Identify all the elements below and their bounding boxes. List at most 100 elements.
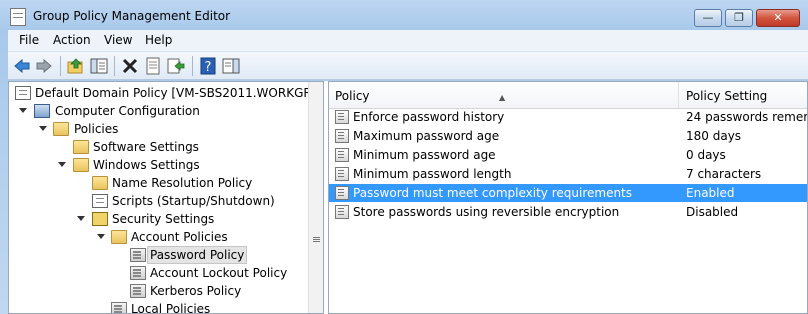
toolbar: ? [8,52,808,80]
policy-setting-icon [335,148,349,162]
policy-setting-value: Enabled [686,186,735,200]
tree-node-account-lockout-policy[interactable]: Account Lockout Policy [9,264,307,282]
list-row[interactable]: Enforce password history 24 passwords re… [329,108,807,126]
tree-node-local-policies[interactable]: Local Policies [9,300,307,314]
list-row[interactable]: Store passwords using reversible encrypt… [329,203,807,221]
maximize-button[interactable]: ❐ [725,9,753,27]
policy-setting-icon [335,110,349,124]
expanded-arrow-icon[interactable] [97,234,105,239]
tree-node-security-settings[interactable]: Security Settings [9,210,307,228]
tree-node-default-domain-policy[interactable]: Default Domain Policy [VM-SBS2011.WORKGR… [9,84,323,102]
svg-text:?: ? [205,60,212,75]
forward-arrow-icon[interactable] [35,57,53,75]
tree-vertical-scrollbar[interactable] [308,82,323,313]
expanded-arrow-icon[interactable] [77,216,85,221]
policy-icon [130,248,146,262]
tree-node-label: Local Policies [131,302,211,314]
expanded-arrow-icon[interactable] [39,126,47,131]
tree-node-label: Software Settings [93,140,199,154]
export-list-icon[interactable] [167,57,185,75]
toolbar-separator [192,56,193,76]
collapsed-arrow-icon[interactable] [116,287,122,297]
policy-setting-icon [335,167,349,181]
collapsed-arrow-icon[interactable] [97,305,103,313]
policy-setting-icon [335,205,349,219]
tree-node-password-policy[interactable]: Password Policy [9,246,307,264]
up-folder-icon[interactable] [67,57,85,75]
tree-node-computer-configuration[interactable]: Computer Configuration [9,102,307,120]
tree-node-name-resolution-policy[interactable]: Name Resolution Policy [9,174,307,192]
policy-icon [130,266,146,280]
policy-setting-value: 7 characters [686,167,762,181]
policy-setting-icon [335,129,349,143]
tree-node-label: Account Policies [131,230,228,244]
tree-node-scripts[interactable]: Scripts (Startup/Shutdown) [9,192,307,210]
minimize-icon: — [702,11,714,24]
app-icon [10,8,26,26]
delete-icon[interactable] [121,57,139,75]
policy-name: Maximum password age [353,129,500,143]
gpme-window: Group Policy Management Editor — ❐ ✕ Fil… [0,0,808,314]
tree-node-label: Scripts (Startup/Shutdown) [112,194,275,208]
maximize-icon: ❐ [734,11,744,24]
list-row[interactable]: Minimum password length 7 characters [329,165,807,183]
column-header-policy[interactable]: Policy ▲ [329,82,679,108]
properties-icon[interactable] [144,57,162,75]
policy-name: Store passwords using reversible encrypt… [353,205,620,219]
policy-setting-value: 180 days [686,129,742,143]
menu-file[interactable]: File [19,33,39,47]
toolbar-separator [114,56,115,76]
list-header: Policy ▲ Policy Setting [329,82,807,109]
list-row-selected[interactable]: Password must meet complexity requiremen… [329,184,807,202]
column-header-label: Policy Setting [686,89,768,103]
list-row[interactable]: Maximum password age 180 days [329,127,807,145]
expanded-arrow-icon[interactable] [58,162,66,167]
security-lock-icon [92,212,108,226]
column-header-policy-setting[interactable]: Policy Setting [680,82,807,108]
collapsed-arrow-icon[interactable] [116,269,122,279]
menu-action[interactable]: Action [53,33,91,47]
policy-document-icon [15,86,31,100]
menu-view[interactable]: View [104,33,132,47]
tree-node-label: Computer Configuration [55,104,200,118]
policy-name: Minimum password length [353,167,512,181]
help-icon[interactable]: ? [199,57,217,75]
folder-icon [73,158,89,172]
back-arrow-icon[interactable] [13,57,31,75]
collapsed-arrow-icon[interactable] [78,179,84,189]
scrollbar-grip-icon[interactable] [313,237,320,238]
tree-node-kerberos-policy[interactable]: Kerberos Policy [9,282,307,300]
toolbar-separator [60,56,61,76]
folder-icon [73,140,89,154]
policy-name: Password must meet complexity requiremen… [353,186,633,200]
tree-node-account-policies[interactable]: Account Policies [9,228,307,246]
menu-bar: File Action View Help [8,30,808,52]
window-title: Group Policy Management Editor [33,9,231,23]
minimize-button[interactable]: — [694,9,722,27]
results-pane: Policy ▲ Policy Setting Enforce password… [328,81,808,314]
tree-node-label: Kerberos Policy [150,284,242,298]
tree-node-label: Account Lockout Policy [150,266,288,280]
policy-setting-icon [335,186,349,200]
policy-name: Minimum password age [353,148,496,162]
tree-node-label: Windows Settings [93,158,200,172]
list-row[interactable]: Minimum password age 0 days [329,146,807,164]
content-area: Default Domain Policy [VM-SBS2011.WORKGR… [8,81,808,314]
tree-node-label: Name Resolution Policy [112,176,253,190]
expanded-arrow-icon[interactable] [19,108,27,113]
tree-node-policies[interactable]: Policies [9,120,307,138]
show-hide-tree-icon[interactable] [90,57,108,75]
collapsed-arrow-icon[interactable] [59,143,65,153]
folder-icon [53,122,69,136]
policy-name: Enforce password history [353,110,505,124]
policy-setting-value: Disabled [686,205,739,219]
policy-setting-value: 24 passwords remembered [686,110,807,124]
folder-icon [92,176,108,190]
close-button[interactable]: ✕ [756,9,800,27]
tree-node-windows-settings[interactable]: Windows Settings [9,156,307,174]
menu-help[interactable]: Help [145,33,172,47]
script-document-icon [92,194,108,208]
tree-node-software-settings[interactable]: Software Settings [9,138,307,156]
close-icon: ✕ [773,11,783,24]
show-hide-action-pane-icon[interactable] [222,57,240,75]
